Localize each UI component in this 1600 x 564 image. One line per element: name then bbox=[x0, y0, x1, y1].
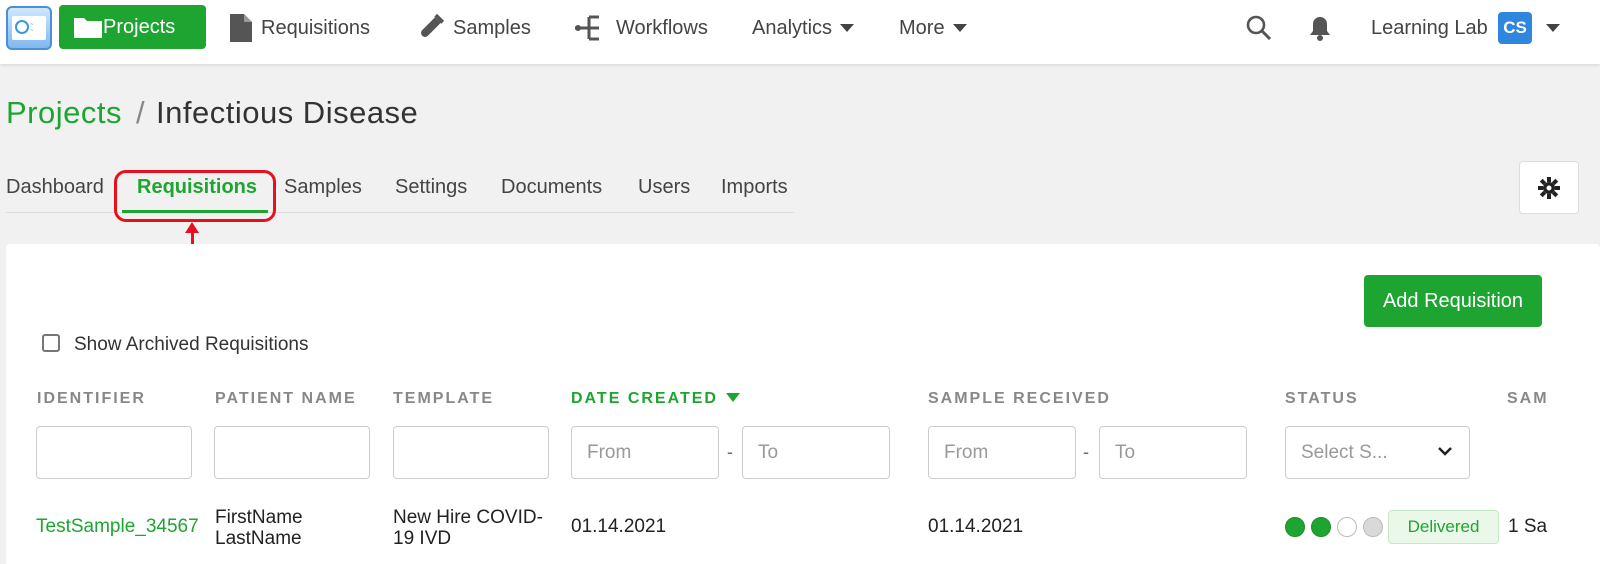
status-badge: Delivered bbox=[1388, 510, 1499, 544]
tab-dashboard[interactable]: Dashboard bbox=[6, 176, 104, 199]
nav-analytics-label: Analytics bbox=[752, 16, 833, 39]
nav-projects-button[interactable]: Projects bbox=[59, 5, 206, 49]
date-range-separator: - bbox=[727, 442, 733, 462]
nav-workflows[interactable]: Workflows bbox=[574, 0, 708, 56]
progress-step-dot bbox=[1363, 517, 1383, 537]
notifications-button[interactable] bbox=[1308, 0, 1332, 56]
annotation-arrow-head bbox=[185, 222, 199, 233]
tab-samples[interactable]: Samples bbox=[284, 176, 362, 199]
sample-received-from-input[interactable] bbox=[928, 426, 1076, 479]
column-header-status[interactable]: STATUS bbox=[1285, 390, 1359, 408]
column-header-identifier[interactable]: IDENTIFIER bbox=[37, 390, 146, 408]
top-navigation-bar: ~ ~ Projects Requisitions Samples Workflo… bbox=[0, 0, 1600, 64]
nav-projects-label: Projects bbox=[103, 15, 176, 38]
column-header-sample-received[interactable]: SAMPLE RECEIVED bbox=[928, 390, 1111, 408]
date-range-separator: - bbox=[1083, 442, 1089, 462]
patient-name-filter-input[interactable] bbox=[214, 426, 370, 479]
nav-samples[interactable]: Samples bbox=[415, 0, 531, 56]
nav-workflows-label: Workflows bbox=[616, 16, 708, 39]
caret-down-icon bbox=[840, 24, 855, 32]
sample-received-to-input[interactable] bbox=[1099, 426, 1247, 479]
show-archived-label[interactable]: Show Archived Requisitions bbox=[74, 334, 308, 356]
workflow-icon bbox=[575, 15, 599, 41]
identifier-filter-input[interactable] bbox=[36, 426, 192, 479]
tab-imports[interactable]: Imports bbox=[721, 176, 788, 199]
nav-samples-label: Samples bbox=[453, 16, 531, 39]
column-header-patient-name[interactable]: PATIENT NAME bbox=[215, 390, 357, 408]
row-samples-count: 1 Sa bbox=[1508, 516, 1548, 537]
breadcrumb-separator: / bbox=[136, 95, 145, 130]
show-archived-checkbox[interactable] bbox=[42, 334, 60, 352]
caret-down-icon bbox=[952, 24, 967, 32]
gear-icon bbox=[1538, 176, 1560, 199]
learning-lab-logo[interactable]: ~ ~ bbox=[6, 6, 52, 50]
tab-users[interactable]: Users bbox=[638, 176, 690, 199]
date-created-to-input[interactable] bbox=[742, 426, 890, 479]
row-date-created: 01.14.2021 bbox=[571, 516, 667, 537]
search-icon bbox=[1246, 15, 1272, 41]
nav-more-dropdown[interactable]: More bbox=[899, 0, 967, 56]
column-header-date-created-label: DATE CREATED bbox=[571, 390, 718, 407]
nav-requisitions[interactable]: Requisitions bbox=[229, 0, 370, 56]
settings-gear-button[interactable] bbox=[1519, 161, 1579, 214]
caret-down-icon bbox=[1546, 24, 1560, 32]
progress-step-dot bbox=[1337, 517, 1357, 537]
sort-descending-icon bbox=[725, 393, 740, 402]
user-menu-toggle[interactable] bbox=[1538, 0, 1560, 56]
add-requisition-button[interactable]: Add Requisition bbox=[1364, 275, 1542, 327]
row-patient-last-name: LastName bbox=[215, 528, 302, 549]
folder-icon bbox=[74, 18, 102, 38]
document-icon bbox=[230, 14, 252, 42]
bell-icon bbox=[1310, 17, 1330, 41]
logo-badge: ~ ~ bbox=[12, 16, 46, 40]
progress-step-dot bbox=[1311, 517, 1331, 537]
date-created-from-input[interactable] bbox=[571, 426, 719, 479]
status-filter-select[interactable]: Select S... bbox=[1285, 426, 1470, 479]
progress-step-dot bbox=[1285, 517, 1305, 537]
row-sample-received: 01.14.2021 bbox=[928, 516, 1024, 537]
row-patient-first-name: FirstName bbox=[215, 507, 303, 528]
row-template-line1: New Hire COVID- bbox=[393, 507, 543, 528]
row-identifier-link[interactable]: TestSample_34567 bbox=[36, 517, 199, 536]
tab-documents[interactable]: Documents bbox=[501, 176, 602, 199]
annotation-highlight-box bbox=[114, 170, 276, 222]
chevron-down-icon bbox=[1438, 447, 1452, 456]
search-button[interactable] bbox=[1246, 0, 1272, 56]
column-header-template[interactable]: TEMPLATE bbox=[393, 390, 494, 408]
column-header-samples[interactable]: SAM bbox=[1507, 390, 1549, 408]
page-title: Infectious Disease bbox=[156, 95, 419, 130]
org-name[interactable]: Learning Lab bbox=[1371, 0, 1488, 56]
tab-settings[interactable]: Settings bbox=[395, 176, 467, 199]
test-tube-icon bbox=[421, 13, 445, 37]
org-name-label: Learning Lab bbox=[1371, 16, 1488, 39]
template-filter-input[interactable] bbox=[393, 426, 549, 479]
user-avatar[interactable]: CS bbox=[1498, 12, 1532, 44]
nav-analytics-dropdown[interactable]: Analytics bbox=[752, 0, 855, 56]
status-filter-placeholder: Select S... bbox=[1301, 441, 1388, 463]
logo-wordmark: ~ ~ bbox=[30, 22, 34, 34]
nav-requisitions-label: Requisitions bbox=[261, 16, 370, 39]
row-template-line2: 19 IVD bbox=[393, 528, 452, 549]
column-header-date-created[interactable]: DATE CREATED bbox=[571, 390, 740, 408]
breadcrumb-projects-link[interactable]: Projects bbox=[6, 95, 122, 131]
logo-mark bbox=[15, 20, 29, 34]
nav-more-label: More bbox=[899, 16, 945, 39]
